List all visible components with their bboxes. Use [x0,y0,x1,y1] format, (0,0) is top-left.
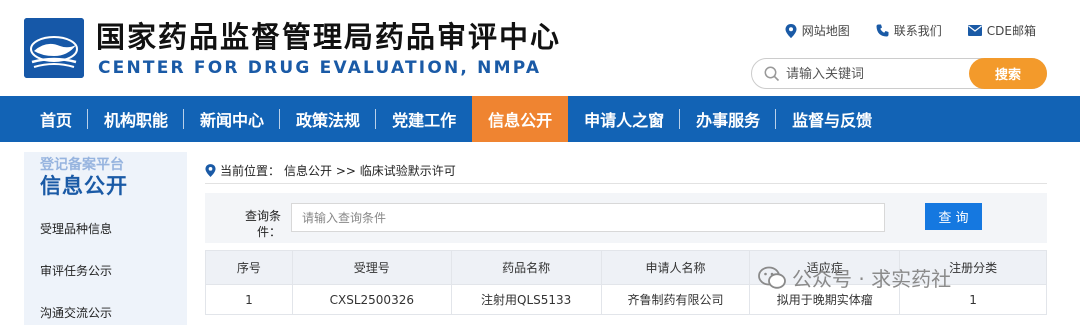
col-header-indication: 适应症 [749,250,901,285]
mail-link[interactable]: CDE邮箱 [967,22,1036,39]
location-pin-icon [785,23,797,38]
col-header-applicant: 申请人名称 [600,250,751,285]
contact-link[interactable]: 联系我们 [876,22,942,39]
sidebar-item-communication[interactable]: 沟通交流公示 [40,304,112,321]
breadcrumb-prefix: 当前位置： [220,164,281,178]
nav-item-services[interactable]: 办事服务 [680,96,777,142]
col-header-index: 序号 [205,250,293,285]
nav-item-news[interactable]: 新闻中心 [184,96,281,142]
site-title-cn: 国家药品监督管理局药品审评中心 [96,20,562,54]
query-button[interactable]: 查 询 [925,203,982,230]
cell-indication: 拟用于晚期实体瘤 [749,284,901,315]
site-header: 国家药品监督管理局药品审评中心 CENTER FOR DRUG EVALUATI… [0,0,1080,96]
nav-item-feedback[interactable]: 监督与反馈 [776,96,888,142]
sitemap-label: 网站地图 [801,24,850,38]
col-header-drug-name: 药品名称 [450,250,602,285]
query-input[interactable] [291,203,885,232]
nav-item-functions[interactable]: 机构职能 [88,96,185,142]
table-row[interactable]: 1 CXSL2500326 注射用QLS5133 齐鲁制药有限公司 拟用于晚期实… [205,284,1047,315]
query-panel: 查询条件： 查 询 [205,193,1047,243]
search-icon [764,66,780,82]
search-button[interactable]: 搜索 [969,58,1047,89]
nav-item-disclosure[interactable]: 信息公开 [472,96,569,142]
nav-item-policy[interactable]: 政策法规 [280,96,377,142]
sidebar: 登记备案平台 信息公开 受理品种信息 审评任务公示 沟通交流公示 [24,152,187,325]
cell-category: 1 [899,284,1047,315]
sidebar-item-accepted[interactable]: 受理品种信息 [40,220,112,237]
col-header-category: 注册分类 [899,250,1047,285]
search-input[interactable] [786,63,966,85]
phone-icon [876,24,889,37]
top-links: 网站地图 联系我们 CDE邮箱 [785,22,1036,39]
mail-icon [967,25,982,36]
contact-label: 联系我们 [893,24,942,38]
query-label: 查询条件： [244,209,281,239]
location-pin-icon [205,164,216,177]
main-nav: 首页 机构职能 新闻中心 政策法规 党建工作 信息公开 申请人之窗 办事服务 监… [0,96,1080,142]
cell-applicant: 齐鲁制药有限公司 [600,284,751,315]
breadcrumb-path[interactable]: 信息公开 >> 临床试验默示许可 [284,162,456,179]
nav-item-home[interactable]: 首页 [0,96,89,142]
sidebar-item-review-tasks[interactable]: 审评任务公示 [40,262,112,279]
sitemap-link[interactable]: 网站地图 [785,22,850,39]
breadcrumb: 当前位置： 信息公开 >> 临床试验默示许可 [205,158,1047,184]
cell-index: 1 [205,284,293,315]
sidebar-header: 登记备案平台 信息公开 [24,152,187,202]
col-header-acceptance-no: 受理号 [291,250,452,285]
cell-acceptance-no[interactable]: CXSL2500326 [291,284,452,315]
table-header-row: 序号 受理号 药品名称 申请人名称 适应症 注册分类 [205,250,1047,285]
nav-item-party[interactable]: 党建工作 [376,96,472,142]
cde-logo[interactable] [24,18,84,78]
results-table: 序号 受理号 药品名称 申请人名称 适应症 注册分类 1 CXSL2500326… [205,250,1047,315]
nav-item-applicant[interactable]: 申请人之窗 [568,96,681,142]
mail-label: CDE邮箱 [986,24,1036,38]
cell-drug-name: 注射用QLS5133 [450,284,602,315]
site-search: 搜索 [751,58,1047,89]
sidebar-title: 信息公开 [40,174,128,198]
site-title-en: CENTER FOR DRUG EVALUATION, NMPA [98,58,542,78]
